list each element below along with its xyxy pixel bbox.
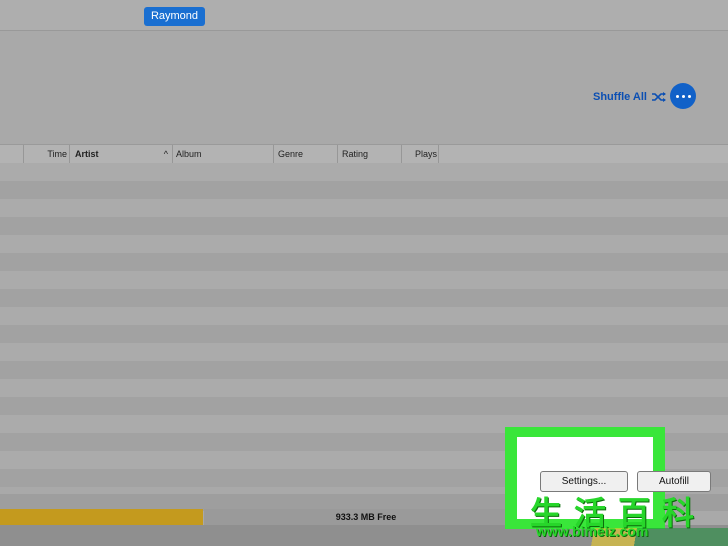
watermark-logo-text: 生活百科 bbox=[530, 494, 707, 532]
table-row[interactable] bbox=[0, 343, 728, 361]
table-row[interactable] bbox=[0, 325, 728, 343]
column-header-artist-label: Artist bbox=[75, 149, 99, 159]
table-row[interactable] bbox=[0, 181, 728, 199]
table-row[interactable] bbox=[0, 235, 728, 253]
shuffle-all-button[interactable]: Shuffle All bbox=[593, 90, 667, 104]
table-row[interactable] bbox=[0, 289, 728, 307]
table-row[interactable] bbox=[0, 361, 728, 379]
more-options-button[interactable] bbox=[670, 83, 696, 109]
table-row[interactable] bbox=[0, 163, 728, 181]
table-row[interactable] bbox=[0, 253, 728, 271]
table-row[interactable] bbox=[0, 307, 728, 325]
sort-ascending-icon: ^ bbox=[163, 149, 168, 159]
watermark-url: www.bimeiz.com bbox=[536, 523, 649, 539]
column-header-album[interactable]: Album bbox=[173, 145, 274, 163]
table-row[interactable] bbox=[0, 271, 728, 289]
column-header-time[interactable]: Time bbox=[24, 145, 70, 163]
storage-used-bar bbox=[0, 509, 203, 525]
column-header-plays[interactable]: Plays bbox=[403, 145, 439, 163]
column-header-rating[interactable]: Rating bbox=[339, 145, 402, 163]
top-bar: Raymond bbox=[0, 0, 728, 31]
shuffle-all-label: Shuffle All bbox=[593, 91, 647, 103]
library-header bbox=[0, 31, 728, 144]
more-dot-icon bbox=[675, 94, 679, 98]
table-row[interactable] bbox=[0, 217, 728, 235]
column-header-artist[interactable]: Artist ^ bbox=[71, 145, 173, 163]
more-dot-icon bbox=[681, 94, 685, 98]
column-header-row: Time Artist ^ Album Genre Rating Plays bbox=[0, 144, 728, 164]
storage-free-label: 933.3 MB Free bbox=[204, 509, 528, 525]
shuffle-icon bbox=[651, 92, 666, 102]
column-header-genre[interactable]: Genre bbox=[275, 145, 338, 163]
user-button[interactable]: Raymond bbox=[144, 7, 205, 26]
column-header-blank[interactable] bbox=[0, 145, 24, 163]
table-row[interactable] bbox=[0, 199, 728, 217]
table-row[interactable] bbox=[0, 397, 728, 415]
table-row[interactable] bbox=[0, 379, 728, 397]
more-dot-icon bbox=[687, 94, 691, 98]
